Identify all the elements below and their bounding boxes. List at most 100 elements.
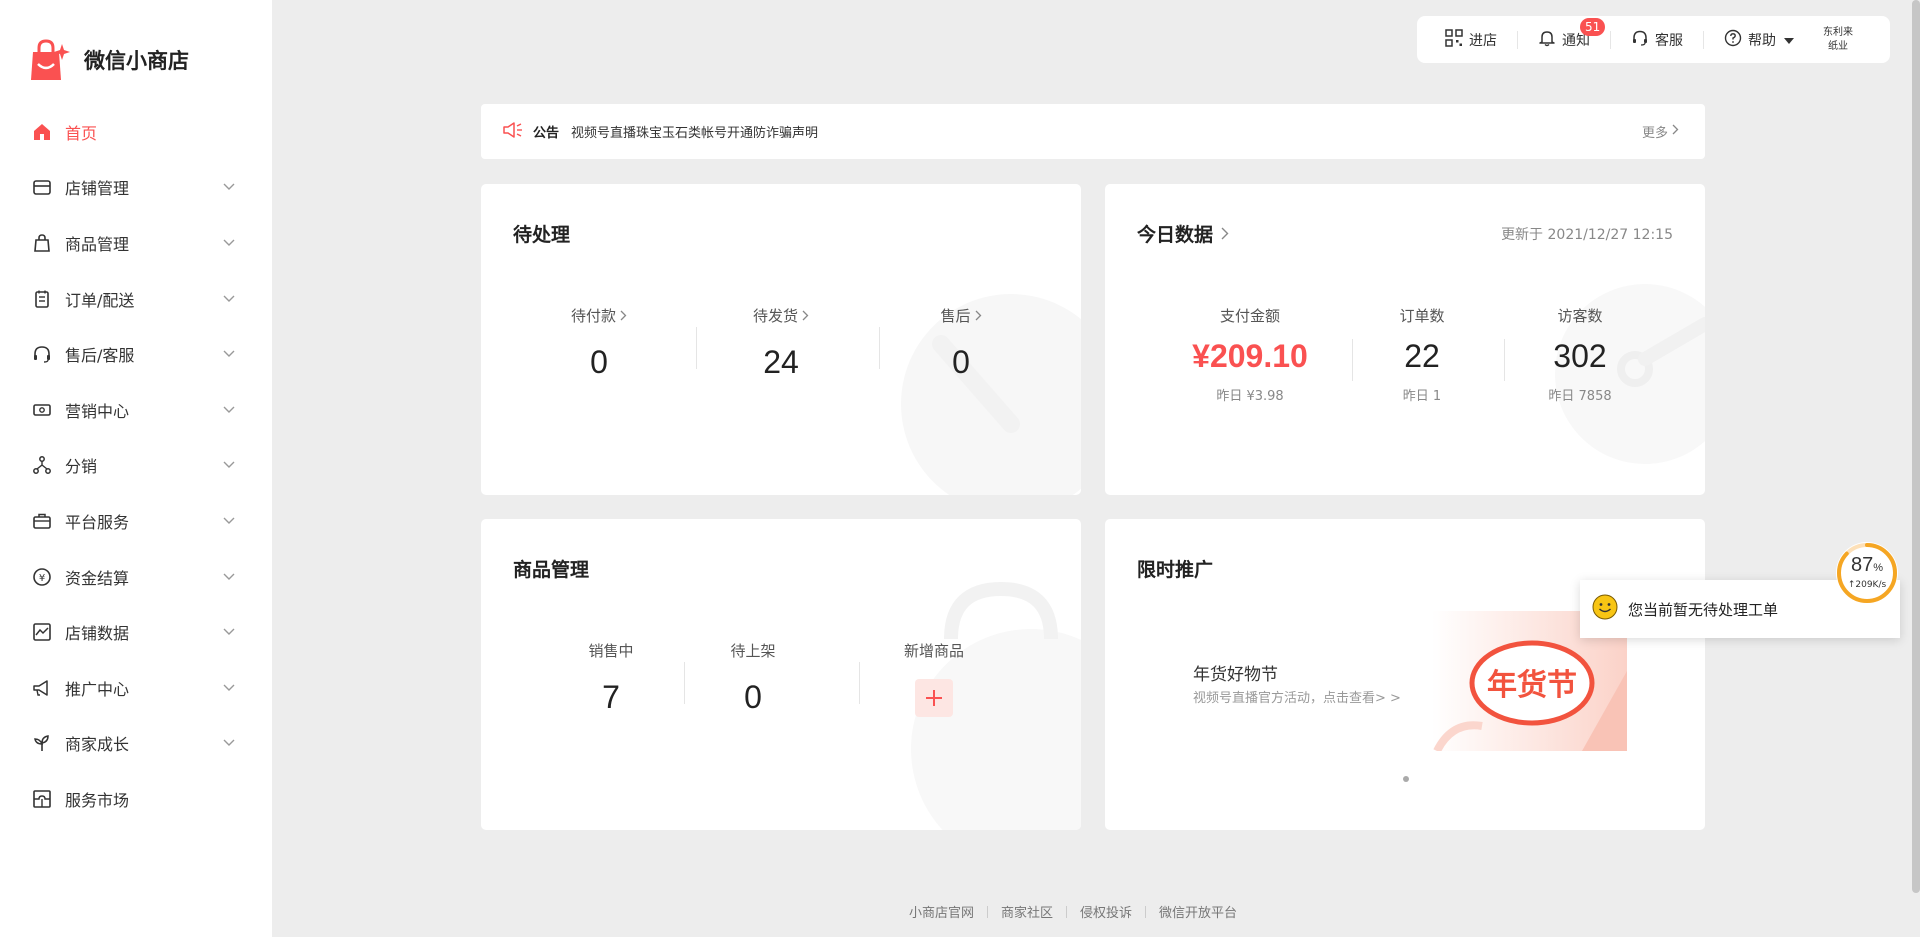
network-speed-widget[interactable]: 87% ↑209K/s (1834, 540, 1900, 606)
chevron-down-icon (222, 292, 236, 306)
sidebar: 微信小商店 首页 店铺管理 商品管理 订单/配送 售后/客服 营销中心 分销 平… (0, 0, 272, 937)
today-data-card: 今日数据 更新于 2021/12/27 12:15 支付金额 ¥209.10 昨… (1105, 184, 1705, 495)
sidebar-item-growth[interactable]: 商家成长 (0, 716, 272, 772)
footer-link-community[interactable]: 商家社区 (1001, 902, 1053, 921)
promotion-banner-subtitle: 视频号直播官方活动，点击查看> > (1193, 691, 1401, 706)
sidebar-item-home[interactable]: 首页 (0, 104, 272, 160)
enter-store-button[interactable]: 进店 (1445, 28, 1497, 50)
stat-label: 订单数 (1399, 307, 1445, 325)
today-visitors-stat: 访客数 302 昨日 7858 (1525, 305, 1635, 404)
sidebar-item-label: 服务市场 (65, 790, 130, 810)
chevron-down-icon (222, 514, 236, 528)
pending-card: 待处理 待付款 0 待发货 24 售后 0 (481, 184, 1081, 495)
stat-value: 7 (602, 679, 620, 715)
stat-value: 0 (952, 344, 970, 380)
sidebar-item-orders[interactable]: 订单/配送 (0, 271, 272, 327)
sidebar-item-aftersale[interactable]: 售后/客服 (0, 326, 272, 382)
toolbar-divider (1610, 30, 1611, 49)
stat-value: 302 (1553, 338, 1607, 374)
stat-label: 待上架 (730, 642, 776, 660)
add-product-button[interactable] (915, 679, 953, 717)
sidebar-item-service-market[interactable]: 服务市场 (0, 771, 272, 827)
app-logo[interactable]: 微信小商店 (28, 38, 189, 82)
toast-message: 您当前暂无待处理工单 (1628, 600, 1779, 619)
announcement-bar[interactable]: 公告 视频号直播珠宝玉石类帐号开通防诈骗声明 更多 (481, 104, 1705, 159)
today-payment-stat: 支付金额 ¥209.10 昨日 ¥3.98 (1175, 305, 1325, 404)
notification-count-badge: 51 (1580, 17, 1606, 36)
plus-icon (926, 690, 942, 706)
stat-divider (696, 327, 697, 369)
sidebar-item-promotion[interactable]: 推广中心 (0, 660, 272, 716)
notification-button[interactable]: 通知 51 (1538, 17, 1606, 51)
chevron-down-icon (222, 403, 236, 417)
megaphone-icon (32, 678, 52, 698)
footer-link-official-site[interactable]: 小商店官网 (909, 902, 974, 921)
yen-coin-icon: ¥ (32, 567, 52, 587)
pending-unshipped-stat[interactable]: 待发货 24 (721, 305, 841, 381)
chevron-down-icon (222, 570, 236, 584)
carousel-dot[interactable] (1403, 776, 1409, 782)
stat-label: 售后 (940, 307, 971, 325)
page-scrollbar[interactable] (1912, 0, 1920, 893)
stat-label: 待发货 (752, 307, 798, 325)
announcement-link[interactable]: 视频号直播珠宝玉石类帐号开通防诈骗声明 (571, 122, 818, 141)
stat-divider (879, 327, 880, 369)
sidebar-item-platform-service[interactable]: 平台服务 (0, 493, 272, 549)
goods-add-stat: 新增商品 (874, 640, 994, 717)
sidebar-item-distribution[interactable]: 分销 (0, 438, 272, 494)
pending-aftersale-stat[interactable]: 售后 0 (901, 305, 1021, 381)
account-menu[interactable]: 东利来 纸业 (1820, 26, 1856, 54)
stat-label: 访客数 (1557, 307, 1603, 325)
customer-service-button[interactable]: 客服 (1631, 30, 1683, 50)
footer-divider (1145, 905, 1147, 918)
promotion-banner-title: 年货好物节 (1193, 665, 1278, 685)
pending-unpaid-stat[interactable]: 待付款 0 (541, 305, 657, 381)
stat-label: 新增商品 (903, 642, 964, 660)
chevron-right-icon (1221, 227, 1229, 240)
store-icon (32, 177, 52, 197)
goods-management-card: 商品管理 销售中 7 待上架 0 新增商品 (481, 519, 1081, 830)
sidebar-item-label: 营销中心 (65, 401, 130, 421)
sidebar-item-label: 店铺数据 (65, 624, 130, 644)
sidebar-item-store[interactable]: 店铺管理 (0, 160, 272, 216)
sidebar-item-marketing[interactable]: 营销中心 (0, 382, 272, 438)
chevron-down-icon (222, 347, 236, 361)
today-orders-stat: 订单数 22 昨日 1 (1375, 305, 1469, 404)
goods-pending-shelf-stat[interactable]: 待上架 0 (703, 640, 803, 716)
chevron-down-icon (222, 458, 236, 472)
sidebar-item-label: 商家成长 (65, 735, 130, 755)
stat-divider (1504, 339, 1505, 381)
bell-icon (1538, 29, 1556, 51)
promotion-card: 限时推广 年货好物节 视频号直播官方活动，点击查看> > 年货节 (1105, 519, 1705, 830)
announcement-more-link[interactable]: 更多 (1642, 122, 1679, 141)
goods-title: 商品管理 (513, 559, 590, 581)
smiley-icon (1592, 594, 1618, 624)
chevron-down-icon (222, 681, 236, 695)
sidebar-item-goods[interactable]: 商品管理 (0, 215, 272, 271)
stat-label: 销售中 (588, 642, 634, 660)
footer-links: 小商店官网 商家社区 侵权投诉 微信开放平台 (909, 902, 1237, 921)
headset-icon (32, 344, 52, 364)
network-percent: 87% (1850, 554, 1884, 576)
chevron-right-icon (620, 310, 627, 321)
footer-divider (987, 905, 989, 918)
stat-yesterday: 昨日 7858 (1548, 389, 1612, 404)
enter-store-label: 进店 (1469, 32, 1497, 49)
chevron-right-icon (1672, 124, 1679, 139)
sidebar-item-label: 资金结算 (65, 568, 130, 588)
chart-icon (32, 622, 52, 642)
goods-on-sale-stat[interactable]: 销售中 7 (561, 640, 661, 716)
stat-value: 22 (1404, 338, 1440, 374)
caret-down-icon (1784, 32, 1794, 48)
help-menu-button[interactable]: 帮助 (1724, 29, 1794, 50)
today-data-title[interactable]: 今日数据 (1137, 220, 1229, 247)
promotion-title: 限时推广 (1137, 559, 1214, 581)
sidebar-item-store-data[interactable]: 店铺数据 (0, 604, 272, 660)
sidebar-item-settlement[interactable]: ¥ 资金结算 (0, 549, 272, 605)
puzzle-icon (32, 789, 52, 809)
footer-link-infringement[interactable]: 侵权投诉 (1080, 902, 1132, 921)
sidebar-item-label: 售后/客服 (65, 346, 135, 366)
app-name: 微信小商店 (84, 49, 189, 73)
footer-link-open-platform[interactable]: 微信开放平台 (1159, 902, 1237, 921)
stat-divider (684, 662, 685, 704)
